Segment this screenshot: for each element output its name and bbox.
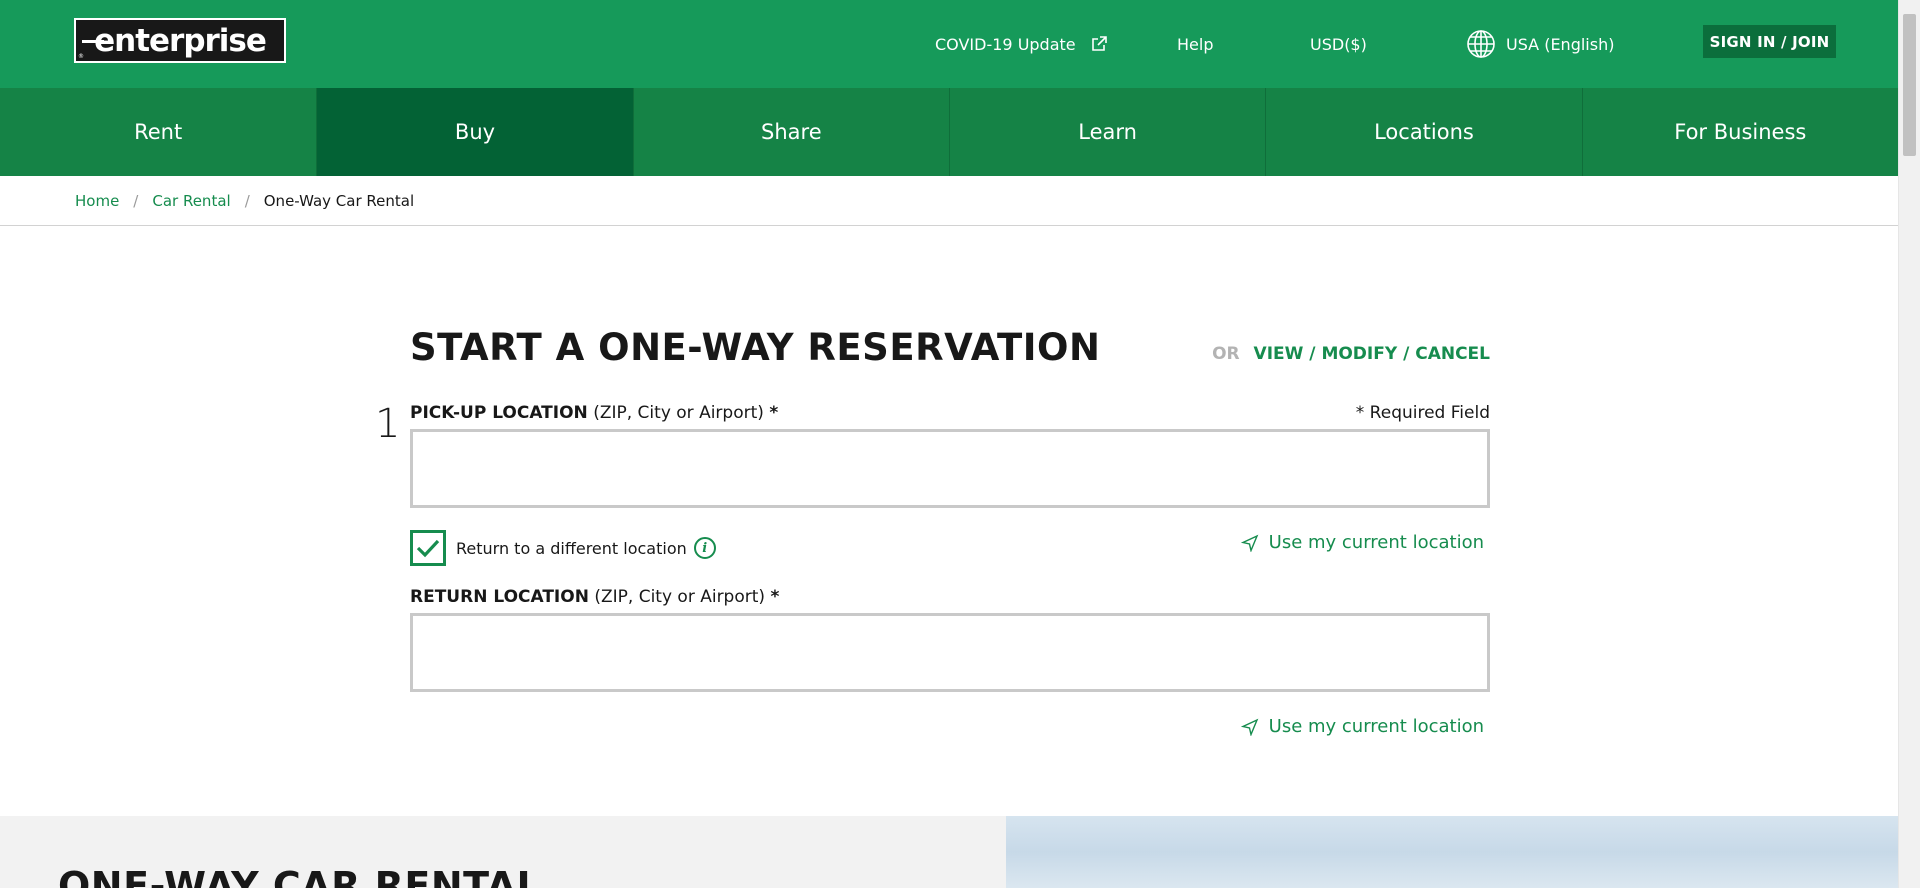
logo-e-bar [82, 40, 104, 43]
help-label: Help [1177, 34, 1214, 54]
breadcrumb: Home / Car Rental / One-Way Car Rental [0, 176, 1898, 226]
pickup-required-mark: * [769, 403, 779, 423]
location-arrow-icon [1240, 718, 1258, 736]
breadcrumb-separator: / [133, 191, 139, 210]
pickup-label-hint: (ZIP, City or Airport) [593, 403, 764, 423]
currency-selector[interactable]: USD($) [1310, 0, 1367, 88]
use-current-location-label: Use my current location [1268, 716, 1484, 737]
use-current-location-label: Use my current location [1268, 532, 1484, 553]
view-modify-cancel-link[interactable]: VIEW / MODIFY / CANCEL [1254, 344, 1490, 364]
covid-update-link[interactable]: COVID-19 Update [935, 0, 1108, 88]
pickup-label-text: PICK-UP LOCATION [410, 403, 588, 423]
return-different-location-row[interactable]: Return to a different location i [410, 530, 716, 566]
nav-tab-rent[interactable]: Rent [0, 88, 316, 176]
pickup-location-label: PICK-UP LOCATION (ZIP, City or Airport) … [410, 403, 778, 423]
language-label: USA (English) [1506, 34, 1615, 54]
page-title: START A ONE-WAY RESERVATION [410, 326, 1101, 369]
return-required-mark: * [770, 587, 780, 607]
logo-text: enterprise [94, 22, 267, 59]
covid-update-label: COVID-19 Update [935, 34, 1076, 54]
currency-label: USD($) [1310, 34, 1367, 54]
step-number: 1 [375, 401, 401, 447]
nav-tab-for-business[interactable]: For Business [1581, 88, 1898, 176]
hero-image [1006, 816, 1898, 888]
main-nav: Rent Buy Share Learn Locations For Busin… [0, 88, 1898, 176]
info-icon[interactable]: i [693, 537, 716, 559]
return-different-location-checkbox[interactable] [410, 530, 446, 566]
pickup-use-current-location-link[interactable]: Use my current location [1240, 532, 1484, 553]
breadcrumb-separator: / [244, 191, 250, 210]
language-selector[interactable]: USA (English) [1466, 0, 1614, 88]
sign-in-join-button[interactable]: SIGN IN / JOIN [1703, 25, 1836, 58]
nav-tab-buy[interactable]: Buy [316, 88, 633, 176]
or-label: OR [1212, 344, 1240, 364]
section-heading: ONE-WAY CAR RENTAL [58, 864, 542, 888]
globe-icon [1467, 30, 1495, 58]
help-link[interactable]: Help [1177, 0, 1213, 88]
return-use-current-location-link[interactable]: Use my current location [1240, 716, 1484, 737]
return-different-location-label: Return to a different location [456, 538, 687, 558]
return-label-hint: (ZIP, City or Airport) [594, 587, 766, 607]
return-location-label: RETURN LOCATION (ZIP, City or Airport) * [410, 587, 779, 607]
return-label-text: RETURN LOCATION [410, 587, 589, 607]
pickup-location-field[interactable] [410, 429, 1490, 508]
top-header: enterprise ® COVID-19 Update Help USD($) [0, 0, 1898, 88]
location-arrow-icon [1240, 534, 1258, 552]
return-location-field[interactable] [410, 613, 1490, 692]
return-location-input[interactable] [413, 616, 1487, 689]
page-scrollbar[interactable] [1898, 0, 1920, 888]
logo-registered-mark: ® [78, 53, 84, 60]
nav-tab-share[interactable]: Share [632, 88, 949, 176]
nav-tab-locations[interactable]: Locations [1265, 88, 1581, 176]
enterprise-logo[interactable]: enterprise ® [74, 18, 286, 63]
scrollbar-thumb[interactable] [1903, 14, 1916, 156]
one-way-info-section: ONE-WAY CAR RENTAL [0, 816, 1006, 888]
breadcrumb-car-rental[interactable]: Car Rental [152, 192, 230, 210]
nav-tab-learn[interactable]: Learn [948, 88, 1265, 176]
required-field-note: * Required Field [1355, 403, 1490, 423]
breadcrumb-current: One-Way Car Rental [263, 191, 415, 210]
checkmark-icon [416, 539, 440, 558]
external-link-icon [1091, 36, 1107, 51]
view-modify-cancel-group: OR VIEW / MODIFY / CANCEL [1212, 344, 1490, 364]
pickup-location-input[interactable] [413, 432, 1487, 505]
page: enterprise ® COVID-19 Update Help USD($) [0, 0, 1898, 888]
breadcrumb-home[interactable]: Home [75, 192, 119, 210]
